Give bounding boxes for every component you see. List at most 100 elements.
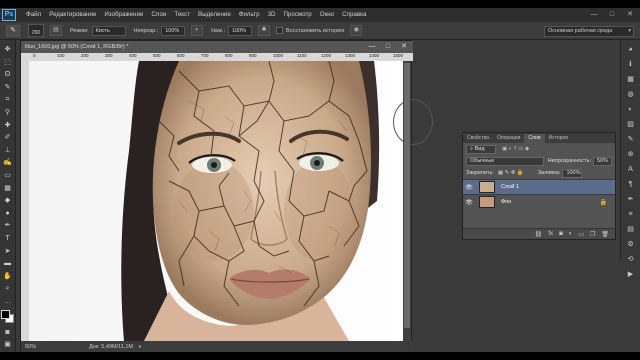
pen-tool-icon[interactable]: ✒ [2,220,14,231]
tab-properties[interactable]: Свойства [463,134,493,143]
pressure-field[interactable]: 100% [227,25,252,36]
vertical-ruler[interactable] [21,53,29,341]
clone-source-icon[interactable]: ⊕ [625,149,637,160]
menu-view[interactable]: Просмотр [279,8,315,22]
layer-row[interactable]: 👁 Слой 1 [463,179,615,194]
dodge-tool-icon[interactable]: ● [2,208,14,219]
character-panel-icon[interactable]: A [625,164,637,175]
mask-icon[interactable]: ◙ [559,231,563,237]
blur-tool-icon[interactable]: ◆ [2,195,14,206]
eye-icon[interactable]: 👁 [463,184,475,191]
menu-type[interactable]: Текст [170,8,194,22]
menu-layers[interactable]: Слои [147,8,170,22]
menu-edit[interactable]: Редактирование [45,8,100,22]
brush-preset-picker[interactable]: 200 [28,24,44,37]
brush-tool-icon[interactable]: ✐ [2,132,14,143]
quick-mask-icon[interactable]: ◙ [2,327,14,338]
color-swatches[interactable] [1,310,14,324]
tab-actions[interactable]: Операции [493,134,524,143]
lock-icon[interactable]: 🔒 [600,199,607,206]
paths-panel-icon[interactable]: ✒ [625,194,637,205]
type-tool-icon[interactable]: T [2,233,14,244]
actions-panel-icon[interactable]: ▶ [625,269,637,280]
zoom-level[interactable]: 50% [25,344,49,350]
channels-panel-icon[interactable]: ≡ [625,209,637,220]
document-tab[interactable]: lituo_1600.jpg @ 50% (Слой 1, RGB/8#) * … [21,41,413,53]
tool-presets-icon[interactable]: ⚙ [625,239,637,250]
quick-select-tool-icon[interactable]: ✎ [2,82,14,93]
crop-tool-icon[interactable]: ⌗ [2,94,14,105]
eraser-tool-icon[interactable]: ▭ [2,170,14,181]
doc-close-button[interactable]: ✕ [399,42,409,51]
doc-minimize-button[interactable]: — [367,42,377,51]
lock-options-icons[interactable]: ▦ ✎ ✥ 🔒 [498,170,524,176]
stamp-tool-icon[interactable]: ⊥ [2,145,14,156]
brush-panel-icon[interactable]: ✎ [625,134,637,145]
link-icon[interactable]: ⛓ [535,231,543,238]
mode-select[interactable]: Кисть [91,25,126,36]
lasso-tool-icon[interactable]: ʘ [2,69,14,80]
swatches-panel-icon[interactable]: ▦ [625,74,637,85]
horizontal-ruler[interactable]: 0 100 200 300 400 500 600 700 800 900 10… [29,53,413,61]
filter-icons[interactable]: ▣ ◐ T ▭ ◆ [502,146,529,152]
history-brush-icon[interactable]: ✎ [6,24,20,37]
status-menu-arrow-icon[interactable]: ▸ [139,344,142,350]
new-layer-icon[interactable]: ❐ [590,231,595,238]
image-canvas[interactable] [29,61,404,341]
vertical-scrollbar[interactable] [403,61,411,341]
trash-icon[interactable]: 🗑 [601,231,609,238]
foreground-color[interactable] [1,310,10,320]
airbrush-icon[interactable]: ✺ [257,25,270,36]
folder-icon[interactable]: ▭ [578,231,584,238]
minimize-button[interactable]: — [588,10,600,19]
marquee-tool-icon[interactable]: ⬚ [2,57,14,68]
pressure-opacity-icon[interactable]: ◐ [191,25,204,36]
tab-history[interactable]: История [545,134,572,143]
opacity-field[interactable]: 100% [161,25,186,36]
eye-icon[interactable]: 👁 [463,199,475,206]
filter-kind-select[interactable]: ⌕ Вид [466,144,496,154]
layer-comps-icon[interactable]: ▤ [625,224,637,235]
layer-filter-row: ⌕ Вид ▣ ◐ T ▭ ◆ [463,143,615,155]
history-brush-tool-icon[interactable]: ✍ [2,157,14,168]
fill-field[interactable]: 100% [562,168,583,178]
restore-history-checkbox[interactable] [275,27,283,34]
healing-tool-icon[interactable]: ✚ [2,120,14,131]
fx-icon[interactable]: fx [548,231,553,237]
menu-image[interactable]: Изображение [100,8,147,22]
history-panel-icon[interactable]: ⟲ [625,254,637,265]
menu-select[interactable]: Выделение [194,8,235,22]
layer-row[interactable]: 👁 Фон 🔒 [463,194,615,209]
gradient-tool-icon[interactable]: ▦ [2,183,14,194]
adjustments-panel-icon[interactable]: ◐ [625,104,637,115]
navigator-panel-icon[interactable]: ◍ [625,89,637,100]
tab-layers[interactable]: Слои [524,134,545,143]
menu-window[interactable]: Окно [316,8,338,22]
shape-tool-icon[interactable]: ▬ [2,258,14,269]
blend-mode-select[interactable]: Обычные [466,156,544,166]
zoom-tool-icon[interactable]: ⌕ [2,283,14,294]
color-panel-icon[interactable]: ◕ [625,44,637,55]
workspace-select[interactable]: Основная рабочая среда [544,26,634,37]
menu-filter[interactable]: Фильтр [235,8,264,22]
eyedropper-tool-icon[interactable]: ⚲ [2,107,14,118]
info-panel-icon[interactable]: ℹ [625,59,637,70]
menu-file[interactable]: Файл [22,8,45,22]
pressure-size-icon[interactable]: ◉ [350,25,363,36]
menu-help[interactable]: Справка [338,8,370,22]
hand-tool-icon[interactable]: ✋ [2,271,14,282]
layer-opacity-field[interactable]: 50% [592,156,612,166]
doc-maximize-button[interactable]: □ [383,42,393,51]
scrollbar-thumb[interactable] [404,63,410,328]
styles-panel-icon[interactable]: ▨ [625,119,637,130]
screen-mode-icon[interactable]: ▣ [2,339,14,350]
close-button[interactable]: ✕ [624,10,636,19]
menu-3d[interactable]: 3D [264,8,280,22]
edit-toolbar-icon[interactable]: … [2,296,14,307]
paragraph-panel-icon[interactable]: ¶ [625,179,637,190]
move-tool-icon[interactable]: ✥ [2,44,14,55]
brush-panel-icon[interactable]: ▤ [50,25,62,36]
adjustment-icon[interactable]: ◐ [569,231,573,237]
maximize-button[interactable]: □ [606,10,618,19]
path-select-tool-icon[interactable]: ➤ [2,246,14,257]
